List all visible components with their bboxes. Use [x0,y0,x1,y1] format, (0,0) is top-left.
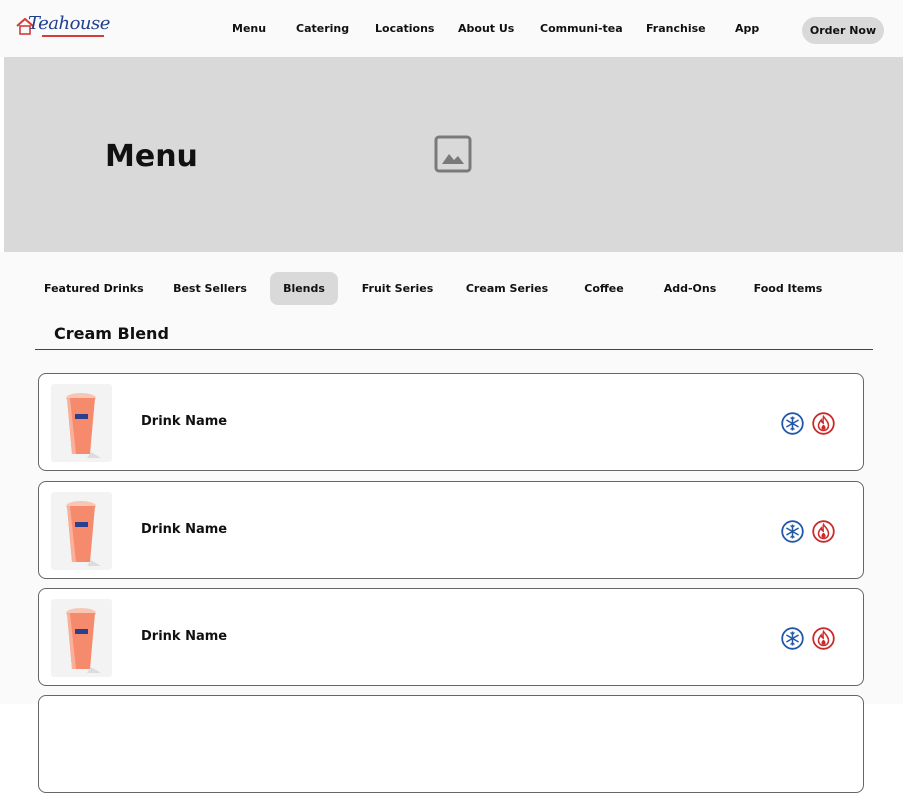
tab-blends[interactable]: Blends [270,272,338,305]
tab-cream-series[interactable]: Cream Series [464,272,550,305]
drink-cup-icon [66,608,101,673]
tab-food-items[interactable]: Food Items [752,272,824,305]
nav-communi-tea[interactable]: Communi-tea [540,22,623,35]
drink-image [51,492,112,570]
page-title: Menu [105,139,198,174]
snowflake-icon[interactable] [781,520,804,543]
tab-fruit-series[interactable]: Fruit Series [360,272,435,305]
logo-underline [42,35,104,37]
logo-wordmark: Teahouse [28,13,110,34]
drink-cup-icon [66,393,101,458]
flame-icon[interactable] [812,627,835,650]
drink-name: Drink Name [141,522,228,537]
drink-cup-icon [66,501,101,566]
drink-name: Drink Name [141,629,228,644]
image-placeholder-icon [434,135,472,173]
drink-card[interactable]: Drink Name [38,481,864,579]
drink-name: Drink Name [141,414,228,429]
nav-locations[interactable]: Locations [375,22,434,35]
nav-app[interactable]: App [735,22,759,35]
snowflake-icon[interactable] [781,412,804,435]
menu-content: Featured Drinks Best Sellers Blends Frui… [0,252,903,793]
nav-catering[interactable]: Catering [296,22,349,35]
section-divider [35,349,873,350]
drink-card[interactable]: Drink Name [38,373,864,471]
order-now-button[interactable]: Order Now [802,17,884,44]
hero-banner: Menu [4,57,903,252]
nav-franchise[interactable]: Franchise [646,22,706,35]
nav-menu[interactable]: Menu [232,22,266,35]
top-nav: Teahouse Menu Catering Locations About U… [0,0,903,57]
teahouse-logo[interactable]: Teahouse [16,9,110,45]
tab-add-ons[interactable]: Add-Ons [660,272,720,305]
section-title: Cream Blend [54,324,169,343]
tab-best-sellers[interactable]: Best Sellers [172,272,248,305]
drink-card[interactable]: Drink Name [38,588,864,686]
tab-featured-drinks[interactable]: Featured Drinks [44,272,144,305]
tab-coffee[interactable]: Coffee [580,272,628,305]
flame-icon[interactable] [812,412,835,435]
flame-icon[interactable] [812,520,835,543]
drink-card[interactable] [38,695,864,793]
drink-image [51,599,112,677]
drink-image [51,384,112,462]
nav-about-us[interactable]: About Us [458,22,514,35]
snowflake-icon[interactable] [781,627,804,650]
